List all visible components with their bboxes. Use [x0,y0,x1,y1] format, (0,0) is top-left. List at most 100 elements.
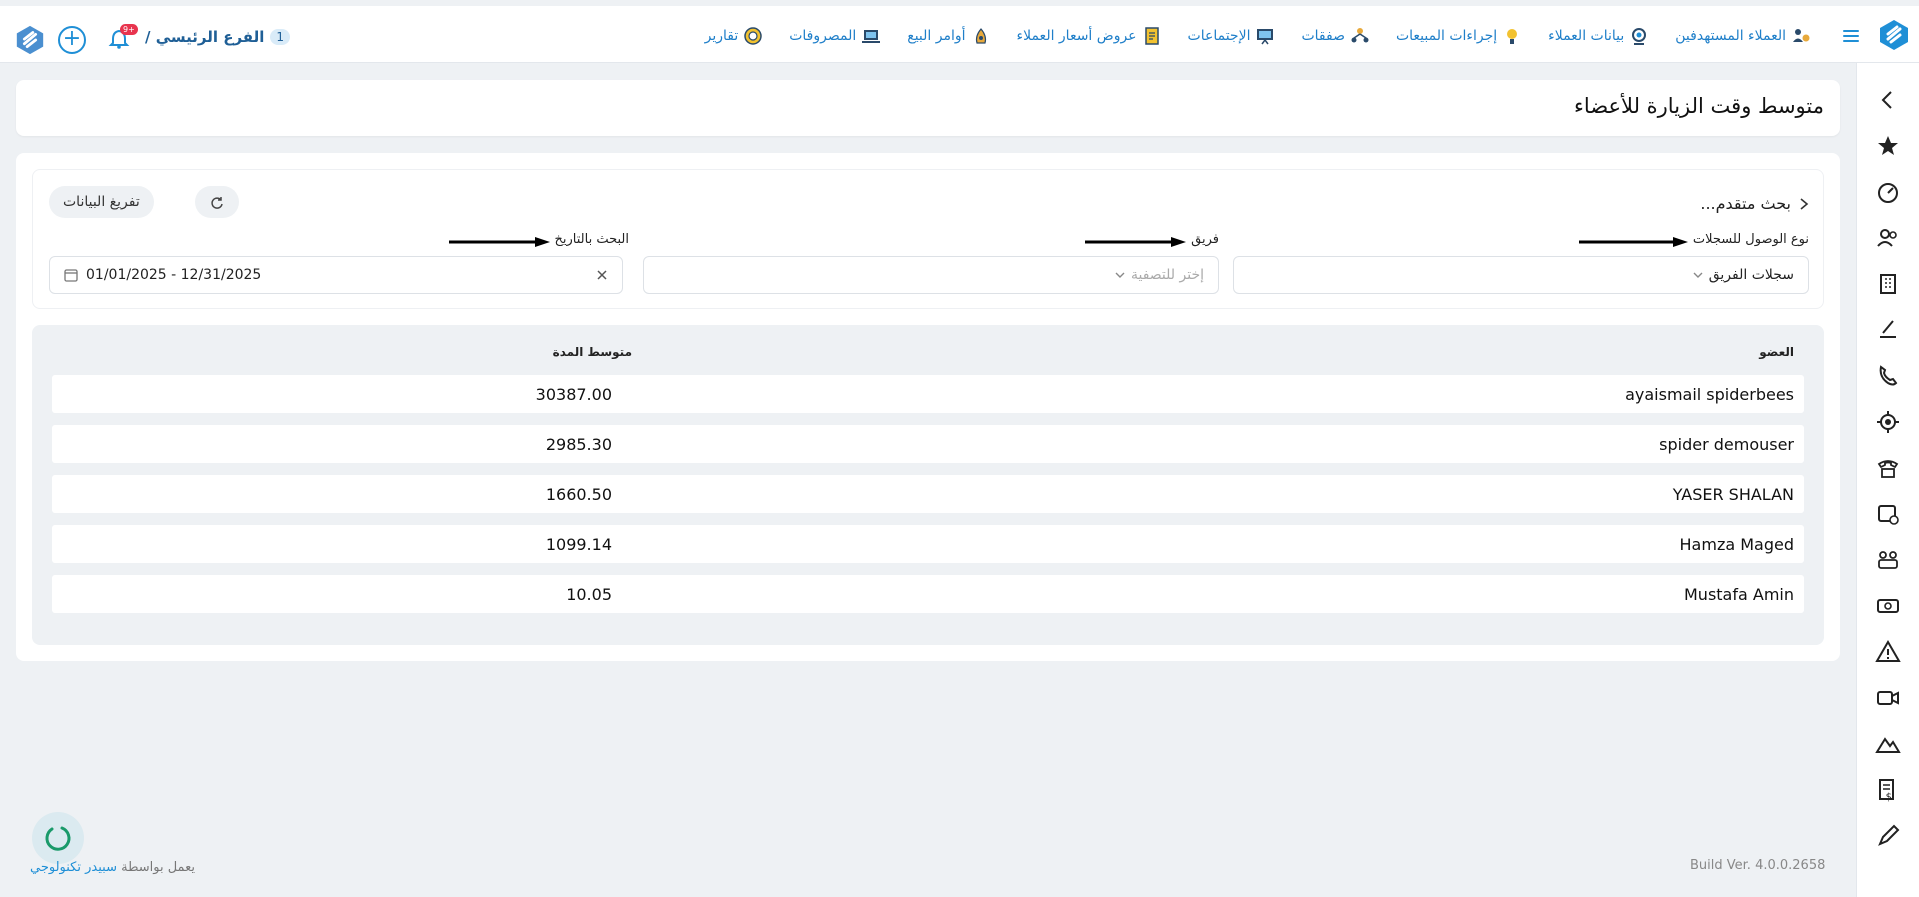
customer-data-icon [1632,28,1647,45]
access-type-select[interactable]: سجلات الفريق [1233,256,1809,294]
member-name: YASER SHALAN [1672,485,1794,504]
nav-item-customer-data[interactable]: بيانات العملاء [1535,24,1662,48]
table-row[interactable]: Mustafa Amin 10.05 [52,575,1804,613]
branch-badge: 1 [270,29,291,45]
team-label: فريق [1191,232,1219,247]
reset-data-button[interactable]: تفريغ البيانات [49,186,154,218]
dashboard-gauge-icon[interactable] [1875,179,1901,205]
access-type-value: سجلات الفريق [1708,267,1794,283]
target-customers-icon [1793,29,1810,42]
chevron-down-icon [1115,272,1125,278]
building-icon[interactable] [1875,271,1901,297]
nav-item-label: عروض أسعار العملاء [1016,28,1137,44]
avg-duration-value: 1099.14 [545,535,612,554]
warning-icon[interactable] [1875,639,1901,665]
nav-item-meetings[interactable]: الإجتماعات [1175,24,1289,48]
menu-toggle-icon[interactable] [1843,30,1859,42]
main-nav: العملاء المستهدفين بيانات العملاء إجراءا… [692,24,1824,48]
team-icon[interactable] [1875,547,1901,573]
add-button[interactable]: + [58,26,86,54]
nav-item-label: الإجتماعات [1187,28,1251,44]
star-icon[interactable] [1875,133,1901,159]
arrow-annotation-icon [1085,237,1186,247]
team-placeholder: إختر للتصفية [1130,267,1204,283]
column-header-member: العضو [1759,345,1794,359]
deals-icon [1351,28,1369,43]
nav-item-target-customers[interactable]: العملاء المستهدفين [1662,24,1824,48]
meetings-icon [1257,29,1274,45]
nav-item-sales-actions[interactable]: إجراءات المبيعات [1383,24,1535,48]
avg-duration-value: 2985.30 [545,435,612,454]
notifications-button[interactable]: +9 [108,24,138,50]
build-version: Build Ver. 4.0.0.2658 [1690,858,1826,873]
table-row[interactable]: YASER SHALAN 1660.50 [52,475,1804,513]
nav-item-reports[interactable]: تقارير [692,24,777,48]
advanced-search-label: بحث متقدم... [1700,194,1791,213]
chevron-left-icon [1800,197,1809,210]
arrow-annotation-icon [1579,237,1688,247]
date-range-value: 01/01/2025 - 12/31/2025 [86,267,262,283]
results-table: العضو متوسط المدة ayaismail spiderbees 3… [32,325,1824,645]
app-logo-icon[interactable] [1877,18,1911,52]
powered-by-prefix: يعمل بواسطة [121,860,195,875]
nav-item-label: صفقات [1301,28,1345,44]
nav-item-label: بيانات العملاء [1548,28,1625,44]
app-logo-icon[interactable] [14,24,46,56]
telephone-icon[interactable] [1875,455,1901,481]
table-row[interactable]: Hamza Maged 1099.14 [52,525,1804,563]
pen-icon[interactable] [1875,823,1901,849]
notification-count: +9 [120,24,138,35]
calendar-clock-icon[interactable] [1875,501,1901,527]
chevron-down-icon [1693,272,1703,278]
column-header-avg-duration: متوسط المدة [552,345,632,359]
advanced-search-toggle[interactable]: بحث متقدم... [1700,194,1809,213]
nav-item-label: إجراءات المبيعات [1395,28,1498,44]
nav-item-label: تقارير [704,28,739,44]
nav-item-expenses[interactable]: المصروفات [776,24,894,48]
nav-item-label: العملاء المستهدفين [1675,28,1786,44]
expenses-icon [862,30,881,43]
support-widget[interactable] [32,812,84,864]
reports-icon [744,27,762,45]
branch-name: الفرع الرئيسي / [145,28,265,46]
calendar-icon [64,269,78,282]
svg-text:$: $ [1886,792,1892,803]
table-row[interactable]: ayaismail spiderbees 30387.00 [52,375,1804,413]
powered-by-brand[interactable]: سبيدر تكنولوجي [30,860,117,875]
top-bar: العملاء المستهدفين بيانات العملاء إجراءا… [0,6,1919,63]
date-range-display: 01/01/2025 - 12/31/2025 [64,267,261,283]
page-title-card: متوسط وقت الزيارة للأعضاء [16,80,1840,136]
table-row[interactable]: spider demouser 2985.30 [52,425,1804,463]
member-name: spider demouser [1659,435,1794,454]
loading-spinner-icon [45,826,71,851]
branch-selector[interactable]: 1 الفرع الرئيسي / [145,28,291,46]
team-select[interactable]: إختر للتصفية [643,256,1219,294]
avg-duration-value: 1660.50 [545,485,612,504]
arrow-annotation-icon [449,237,550,247]
refresh-icon [211,196,223,209]
nav-item-deals[interactable]: صفقات [1288,24,1383,48]
video-call-icon[interactable] [1875,685,1901,711]
nav-item-sales-orders[interactable]: أوامر البيع [894,24,1003,48]
page-title: متوسط وقت الزيارة للأعضاء [1574,94,1824,118]
location-target-icon[interactable] [1875,409,1901,435]
nav-item-quotes[interactable]: عروض أسعار العملاء [1004,24,1175,48]
phone-call-icon[interactable] [1875,363,1901,389]
invoice-icon[interactable]: $ [1875,777,1901,803]
clear-icon[interactable] [596,269,608,281]
chevron-left-icon[interactable] [1875,87,1901,113]
sales-orders-icon [975,28,986,44]
nav-item-label: أوامر البيع [907,28,966,44]
date-range-input[interactable]: 01/01/2025 - 12/31/2025 [49,256,623,294]
report-card: بحث متقدم... تفريغ البيانات نوع الوصول ل… [16,153,1840,661]
avg-duration-value: 10.05 [566,585,612,604]
date-search-label: البحث بالتاريخ [554,232,630,247]
signature-icon[interactable] [1875,317,1901,343]
money-icon[interactable] [1875,593,1901,619]
mountain-icon[interactable] [1875,731,1901,757]
users-icon[interactable] [1875,225,1901,251]
refresh-button[interactable] [195,186,239,218]
quotes-icon [1144,27,1159,45]
sales-actions-icon [1507,29,1518,44]
filter-panel: بحث متقدم... تفريغ البيانات نوع الوصول ل… [32,169,1824,309]
